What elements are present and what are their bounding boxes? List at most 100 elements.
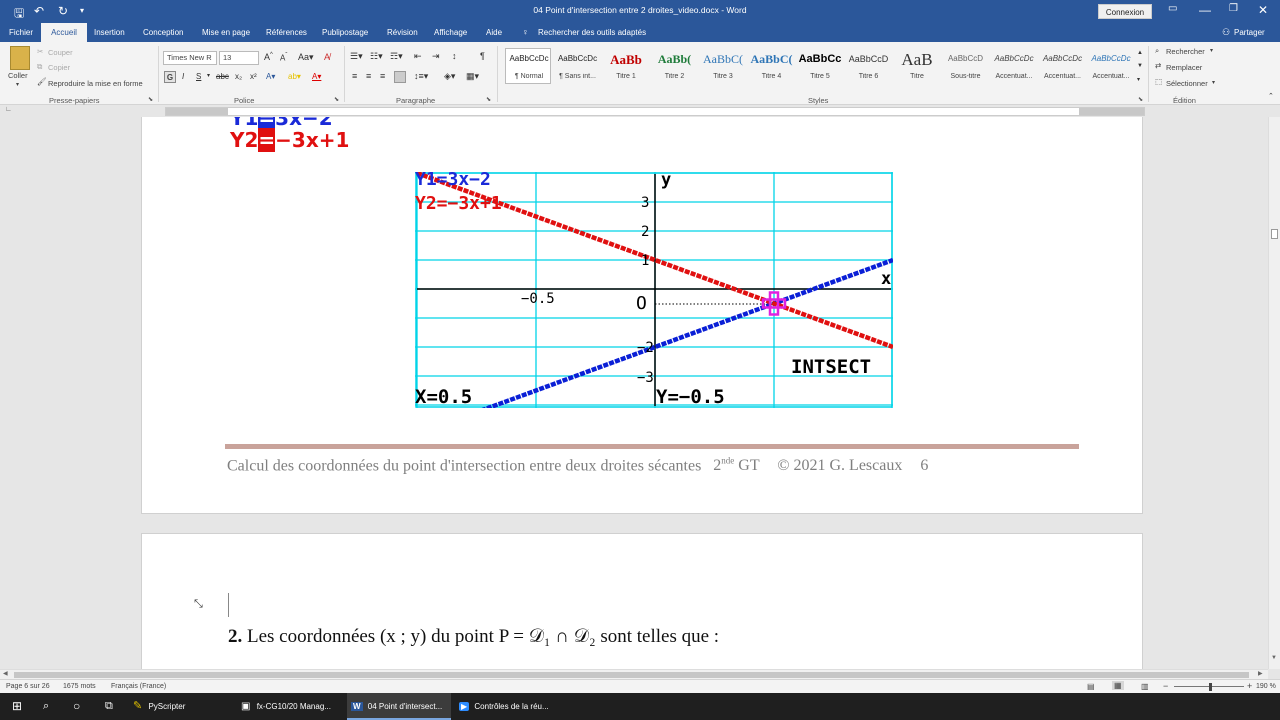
change-case-icon[interactable]: Aa▾ xyxy=(298,52,314,63)
style-preview[interactable]: AaBbCcDc xyxy=(1088,54,1134,63)
align-right-icon[interactable]: ≡ xyxy=(380,71,385,81)
tab-conception[interactable]: Conception xyxy=(143,28,183,37)
paragraph-move-icon[interactable]: ⤡ xyxy=(194,598,203,611)
web-layout-icon[interactable]: ▥ xyxy=(1141,682,1149,691)
underline-dropdown-icon[interactable]: ▾ xyxy=(207,72,210,79)
underline-button[interactable]: S xyxy=(196,72,201,81)
clear-format-icon[interactable]: A̸ xyxy=(324,52,330,62)
taskbar-app-pyscripter[interactable]: ✎ PyScripter xyxy=(133,693,237,720)
bullets-icon[interactable]: ☰▾ xyxy=(350,51,363,62)
styles-scroll-down-icon[interactable]: ▼ xyxy=(1137,63,1143,69)
highlight-icon[interactable]: ab▾ xyxy=(288,72,301,81)
shrink-font-icon[interactable]: Aˇ xyxy=(280,53,287,63)
style-name[interactable]: Sous-titre xyxy=(943,73,989,80)
font-name-combo[interactable]: Times New R xyxy=(163,51,217,65)
superscript-icon[interactable]: x² xyxy=(250,72,257,81)
subscript-icon[interactable]: x₂ xyxy=(235,72,242,81)
justify-button[interactable] xyxy=(394,71,406,83)
clipboard-launcher-icon[interactable]: ⬊ xyxy=(148,96,153,103)
cut-button[interactable]: Couper xyxy=(48,48,73,57)
print-layout-icon[interactable]: ▦ xyxy=(1112,681,1124,690)
paste-icon[interactable] xyxy=(10,46,30,70)
vertical-scroll-thumb[interactable] xyxy=(1271,229,1278,239)
style-name[interactable]: Titre 4 xyxy=(749,73,795,80)
text-effects-icon[interactable]: A▾ xyxy=(266,72,275,81)
horizontal-scrollbar[interactable]: ◀ ▶ xyxy=(0,669,1268,679)
close-icon[interactable]: ✕ xyxy=(1258,3,1268,17)
decrease-indent-icon[interactable]: ⇤ xyxy=(414,51,422,62)
style-preview[interactable]: AaBbCcDc xyxy=(506,54,552,63)
language-status[interactable]: Français (France) xyxy=(111,683,166,690)
style-name[interactable]: Titre xyxy=(894,73,940,80)
tab-mise-en-page[interactable]: Mise en page xyxy=(202,28,250,37)
collapse-ribbon-icon[interactable]: ⌃ xyxy=(1268,92,1274,100)
styles-more-icon[interactable]: ▾ xyxy=(1137,76,1140,83)
word-count[interactable]: 1675 mots xyxy=(63,683,96,690)
zoom-in-icon[interactable]: + xyxy=(1247,681,1252,691)
document-page-next[interactable]: ⤡ 2. Les coordonnées (x ; y) du point P … xyxy=(141,533,1143,669)
style-preview[interactable]: AaBbCcDc xyxy=(555,54,601,63)
strikethrough-icon[interactable]: abc xyxy=(216,72,229,81)
style-name[interactable]: ¶ Normal xyxy=(506,73,552,80)
increase-indent-icon[interactable]: ⇥ xyxy=(432,51,440,62)
tab-fichier[interactable]: Fichier xyxy=(9,28,33,37)
zoom-level[interactable]: 190 % xyxy=(1256,683,1276,690)
windows-start-icon[interactable]: ⊞ xyxy=(12,693,22,720)
style-preview[interactable]: AaB xyxy=(894,50,940,70)
read-mode-icon[interactable]: ▤ xyxy=(1087,682,1095,691)
bold-button[interactable]: G xyxy=(164,71,176,83)
task-view-icon[interactable]: ⧉ xyxy=(105,693,113,720)
multilevel-list-icon[interactable]: ☶▾ xyxy=(390,51,403,62)
style-preview[interactable]: AaBb xyxy=(603,52,649,68)
styles-scroll-up-icon[interactable]: ▲ xyxy=(1137,50,1143,56)
font-color-icon[interactable]: A▾ xyxy=(312,72,321,81)
paste-button[interactable]: Coller xyxy=(8,71,28,80)
select-button[interactable]: Sélectionner xyxy=(1166,79,1208,88)
taskbar-app-fx-manager[interactable]: ▣ fx-CG10/20 Manag... xyxy=(241,693,344,720)
style-name[interactable]: Titre 6 xyxy=(846,73,892,80)
tab-accueil[interactable]: Accueil xyxy=(41,23,87,42)
tab-aide[interactable]: Aide xyxy=(486,28,502,37)
document-area[interactable]: Y1=3x−2 Y2=−3x+1 Y1=3x−2 Y2=−3x+1 y x O … xyxy=(0,117,1268,669)
line-spacing-icon[interactable]: ↕≡▾ xyxy=(414,71,428,82)
page-count[interactable]: Page 6 sur 26 xyxy=(6,683,50,690)
restore-icon[interactable]: ❐ xyxy=(1229,3,1238,14)
tab-affichage[interactable]: Affichage xyxy=(434,28,467,37)
horizontal-ruler[interactable] xyxy=(165,107,1145,116)
search-tools-field[interactable]: Rechercher des outils adaptés xyxy=(538,28,646,37)
style-preview[interactable]: AaBbCcD xyxy=(943,54,989,63)
style-preview[interactable]: AaBb( xyxy=(652,52,698,67)
find-button[interactable]: Rechercher xyxy=(1166,47,1205,56)
sort-icon[interactable]: ↕ xyxy=(452,51,457,61)
style-preview[interactable]: AaBbC( xyxy=(749,52,795,67)
format-painter-button[interactable]: Reproduire la mise en forme xyxy=(48,79,143,88)
font-size-combo[interactable]: 13 xyxy=(219,51,259,65)
style-preview[interactable]: AaBbCcDc xyxy=(991,54,1037,63)
zoom-out-icon[interactable]: − xyxy=(1163,681,1168,691)
style-name[interactable]: Accentuat... xyxy=(1040,73,1086,80)
signin-button[interactable]: Connexion xyxy=(1098,4,1152,19)
taskbar-search-icon[interactable]: ⌕ xyxy=(43,693,49,720)
style-name[interactable]: Titre 1 xyxy=(603,73,649,80)
numbering-icon[interactable]: ☷▾ xyxy=(370,51,383,62)
style-name[interactable]: Titre 5 xyxy=(797,73,843,80)
paste-dropdown-icon[interactable]: ▾ xyxy=(16,81,19,88)
italic-button[interactable]: I xyxy=(182,72,184,81)
zoom-slider-thumb[interactable] xyxy=(1209,683,1212,691)
style-name[interactable]: Titre 3 xyxy=(700,73,746,80)
style-preview[interactable]: AaBbCcD xyxy=(846,54,892,64)
styles-launcher-icon[interactable]: ⬊ xyxy=(1138,96,1143,103)
style-preview[interactable]: AaBbCc xyxy=(797,53,843,65)
tab-selector-icon[interactable]: ∟ xyxy=(5,106,12,113)
style-name[interactable]: Accentuat... xyxy=(991,73,1037,80)
style-name[interactable]: ¶ Sans int... xyxy=(555,73,601,80)
tab-insertion[interactable]: Insertion xyxy=(94,28,125,37)
paragraph-launcher-icon[interactable]: ⬊ xyxy=(486,96,491,103)
align-left-icon[interactable]: ≡ xyxy=(352,71,357,81)
grow-font-icon[interactable]: A^ xyxy=(264,52,273,62)
font-launcher-icon[interactable]: ⬊ xyxy=(334,96,339,103)
find-dropdown-icon[interactable]: ▾ xyxy=(1210,47,1213,54)
replace-button[interactable]: Remplacer xyxy=(1166,63,1202,72)
ribbon-display-icon[interactable]: ▭ xyxy=(1168,3,1177,14)
horizontal-scroll-thumb[interactable] xyxy=(14,672,1249,678)
